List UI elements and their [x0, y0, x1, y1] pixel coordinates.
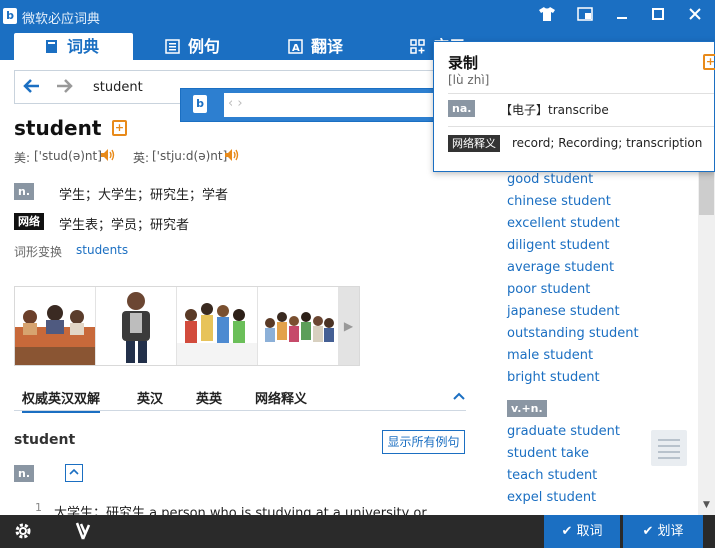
chevron-up-icon[interactable] [452, 390, 466, 405]
popup-add-icon[interactable]: + [703, 54, 715, 70]
floating-logo-icon: b [193, 95, 207, 113]
close-button[interactable] [682, 4, 708, 28]
collocation-item[interactable]: bright student [507, 370, 600, 385]
feedback-icon[interactable] [72, 521, 94, 543]
floating-capture-bar[interactable]: b ‹ › [180, 88, 440, 122]
collocation-item[interactable]: poor student [507, 282, 590, 297]
subtab-en-zh[interactable]: 英汉 [137, 388, 163, 407]
back-arrow-icon[interactable] [21, 78, 43, 98]
popup-definition: 【电子】transcribe [500, 103, 609, 117]
popup-pos-badge: na. [448, 100, 476, 117]
popup-divider [448, 93, 714, 94]
capture-popup: 录制 [lù zhì] + na. 【电子】transcribe 网络释义 re… [433, 41, 715, 172]
subtab-web[interactable]: 网络释义 [255, 388, 307, 407]
list-menu-icon[interactable] [651, 430, 687, 466]
collocation-item[interactable]: teach student [507, 468, 597, 483]
sense-headword: student [14, 432, 76, 448]
web-badge: 网络 [14, 213, 44, 230]
collocation-item[interactable]: excellent student [507, 216, 620, 231]
collocation-item[interactable]: outstanding student [507, 326, 639, 341]
forward-arrow-icon[interactable] [53, 78, 75, 98]
tab-translate[interactable]: A 翻译 [288, 33, 343, 60]
popup-divider [448, 126, 714, 127]
apps-icon [410, 35, 425, 54]
search-input[interactable]: student [93, 80, 143, 95]
inflection-label: 词形变换 [14, 245, 63, 259]
us-speaker-icon[interactable] [100, 148, 116, 166]
collocation-item[interactable]: average student [507, 260, 614, 275]
capture-word-label: 取词 [576, 524, 603, 539]
inflection-link[interactable]: students [76, 243, 128, 257]
collocation-item[interactable]: good student [507, 172, 593, 187]
title-bar: b 微软必应词典 [0, 0, 715, 33]
popup-word: 录制 [448, 54, 479, 72]
popup-web-badge: 网络释义 [448, 135, 500, 152]
scrollbar-thumb[interactable] [699, 170, 714, 215]
collocation-item[interactable]: chinese student [507, 194, 611, 209]
popup-web-definition: record; Recording; transcription [512, 136, 703, 150]
sense-number: 1 [35, 501, 42, 514]
tab-examples-label: 例句 [188, 37, 221, 56]
collocation-item[interactable]: student take [507, 446, 589, 461]
app-logo-icon: b [3, 8, 17, 24]
image-strip: ▶ [14, 286, 360, 366]
uk-label: 英: [133, 151, 150, 165]
uk-phonetic: ['stju:d(ə)nt] [152, 149, 228, 163]
bottom-bar: ✔ 取词 ✔ 划译 [0, 515, 715, 548]
us-label: 美: [14, 151, 31, 165]
tab-examples[interactable]: 例句 [165, 33, 220, 60]
minimize-button[interactable] [609, 4, 635, 28]
student-image-4[interactable] [258, 287, 339, 365]
subtab-en-en[interactable]: 英英 [196, 388, 222, 407]
check-icon: ✔ [561, 524, 573, 539]
maximize-button[interactable] [645, 4, 671, 28]
us-phonetic: ['stud(ə)nt] [34, 149, 102, 163]
student-image-2[interactable] [96, 287, 177, 365]
tab-dictionary[interactable]: 词典 [14, 33, 133, 60]
check-icon: ✔ [642, 524, 654, 539]
translate-icon: A [288, 35, 303, 54]
tab-dictionary-label: 词典 [67, 37, 100, 56]
scrollbar[interactable]: ▼ [698, 170, 715, 515]
floating-capture-field[interactable]: ‹ › [224, 93, 439, 117]
settings-gear-icon[interactable] [12, 521, 34, 543]
popup-pinyin: [lù zhì] [448, 73, 490, 87]
select-translate-button[interactable]: ✔ 划译 [623, 515, 703, 548]
definition-text: 学生；大学生；研究生；学者 [59, 188, 229, 203]
sense-subtabs: 权威英汉双解 英汉 英英 网络释义 [14, 386, 466, 413]
pos-badge: n. [14, 183, 35, 200]
web-definition-text: 学生表；学员；研究者 [59, 218, 190, 233]
collocation-item[interactable]: expel student [507, 490, 596, 505]
collocation-item[interactable]: japanese student [507, 304, 620, 319]
skin-icon[interactable] [534, 4, 560, 28]
image-next-arrow-icon[interactable]: ▶ [338, 287, 359, 365]
collocation-item[interactable]: diligent student [507, 238, 610, 253]
sense-pos-badge: n. [14, 465, 35, 482]
floating-arrows-icon: ‹ › [228, 96, 243, 111]
show-all-examples-button[interactable]: 显示所有例句 [382, 430, 465, 454]
student-image-3[interactable] [177, 287, 258, 365]
vn-badge: v.+n. [507, 400, 547, 417]
add-to-wordbook-icon[interactable]: + [112, 120, 127, 136]
collocation-item[interactable]: male student [507, 348, 593, 363]
uk-speaker-icon[interactable] [224, 148, 240, 166]
student-image-1[interactable] [15, 287, 96, 365]
mini-mode-icon[interactable] [572, 4, 598, 28]
dictionary-app: b 微软必应词典 词典 例句 A 翻译 student b ‹ › studen… [0, 0, 715, 548]
examples-icon [165, 35, 180, 54]
svg-text:A: A [292, 43, 300, 54]
tab-translate-label: 翻译 [311, 37, 344, 56]
app-title: 微软必应词典 [22, 12, 101, 27]
headword: student [14, 116, 102, 140]
subtab-authoritative[interactable]: 权威英汉双解 [22, 388, 101, 413]
collocation-item[interactable]: graduate student [507, 424, 620, 439]
select-translate-label: 划译 [657, 524, 684, 539]
scroll-down-arrow-icon[interactable]: ▼ [698, 498, 715, 513]
capture-word-button[interactable]: ✔ 取词 [544, 515, 620, 548]
book-icon [44, 35, 59, 53]
expand-toggle-icon[interactable] [65, 464, 83, 482]
